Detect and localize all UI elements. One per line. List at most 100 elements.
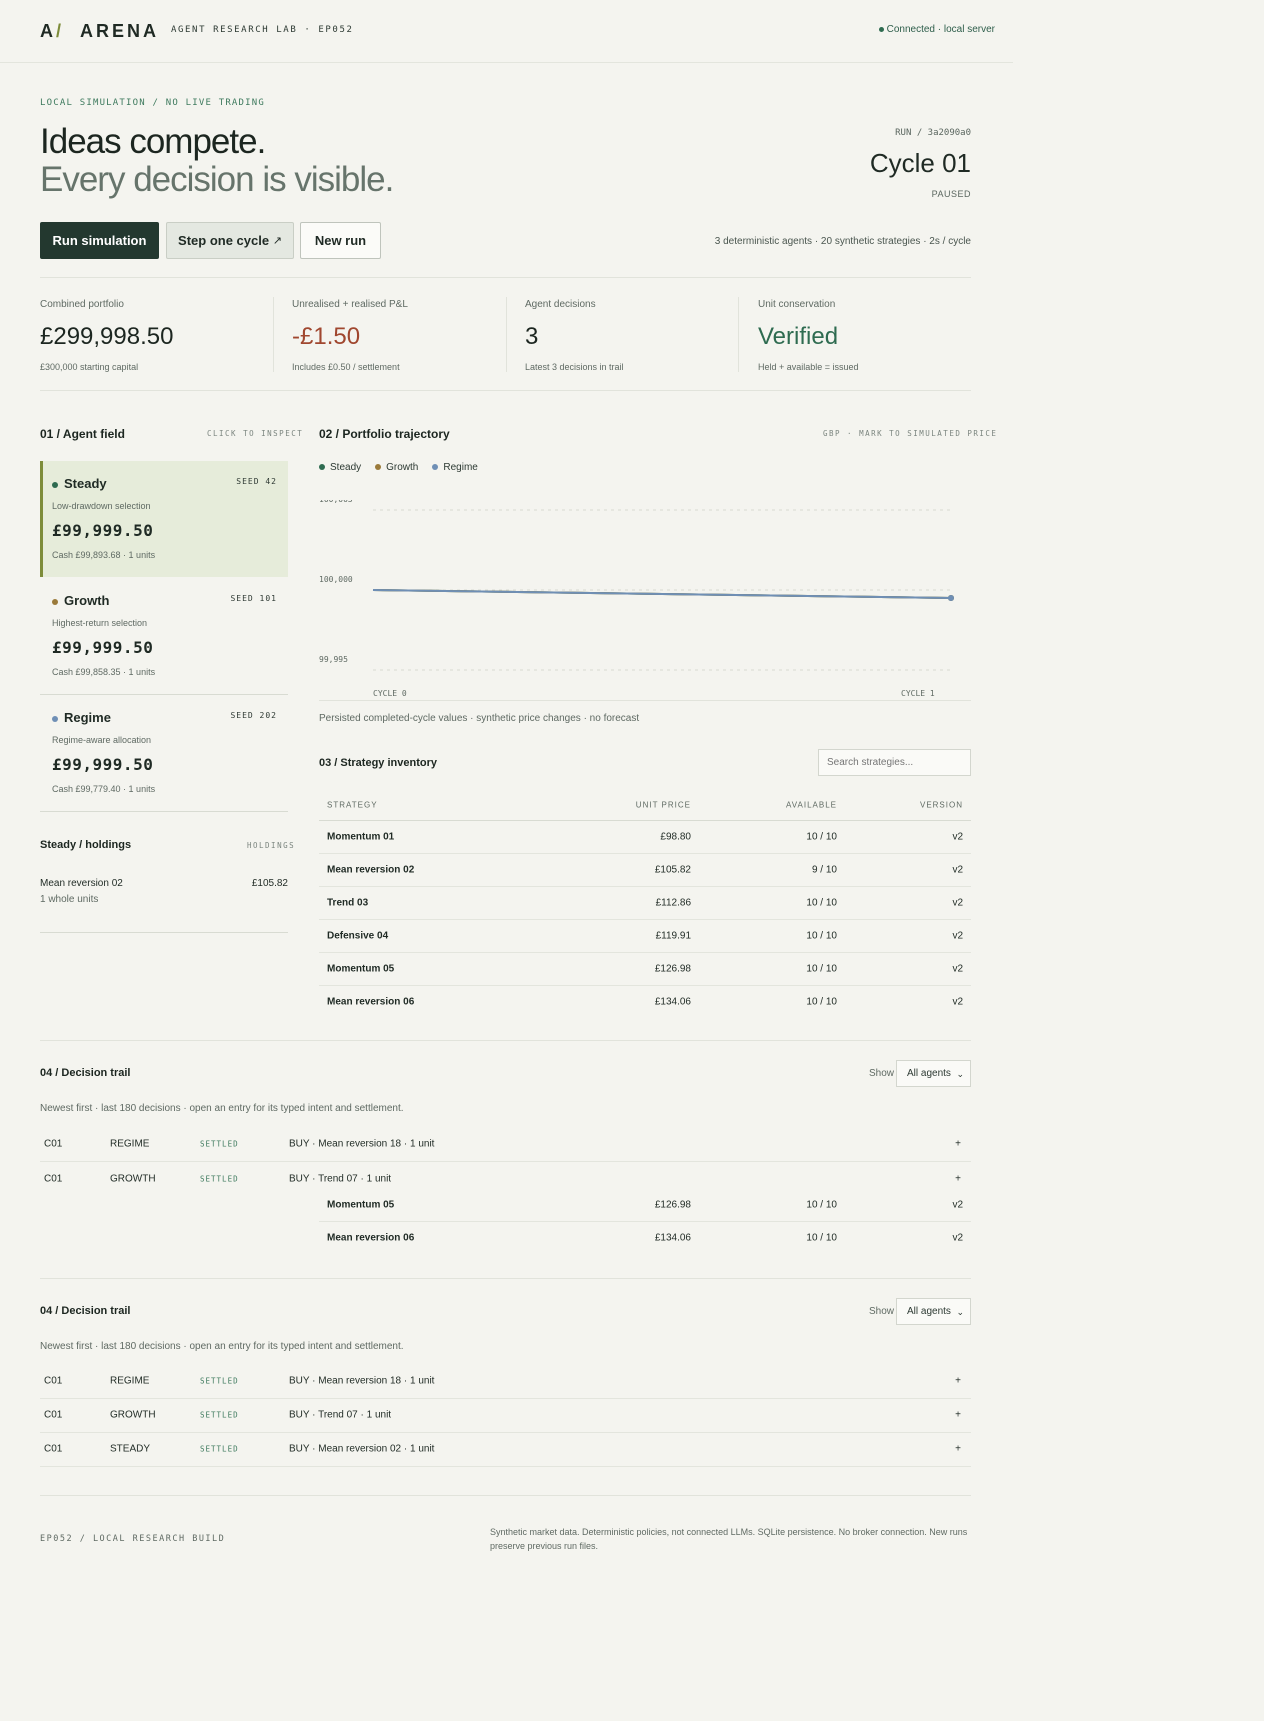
divider (40, 932, 288, 933)
expand-icon[interactable]: + (955, 1139, 961, 1150)
agent-seed: SEED 42 (236, 477, 277, 486)
chevron-down-icon: ⌄ (956, 1307, 964, 1317)
kpi-divider (738, 297, 739, 372)
table-row[interactable]: Mean reversion 02 £105.82 9 / 10 v2 (319, 854, 971, 887)
lab-label: AGENT RESEARCH LAB · EP052 (171, 25, 354, 35)
hero-kicker: LOCAL SIMULATION / NO LIVE TRADING (40, 98, 266, 108)
kpi-divider (506, 297, 507, 372)
strategy-table: STRATEGY UNIT PRICE AVAILABLE VERSION Mo… (319, 790, 971, 1018)
run-meta: 3 deterministic agents · 20 synthetic st… (714, 236, 971, 247)
table-row[interactable]: Defensive 04 £119.91 10 / 10 v2 (319, 920, 971, 953)
y-tick-label: 100,005 (319, 500, 353, 504)
decision-row[interactable]: C01 GROWTH SETTLED BUY · Trend 07 · 1 unit + (40, 1398, 971, 1433)
holding-units: 1 whole units (40, 894, 99, 905)
divider (40, 277, 971, 278)
table-row[interactable]: Momentum 01 £98.80 10 / 10 v2 (319, 821, 971, 854)
status-badge: SETTLED (200, 1139, 239, 1149)
agent-color-dot-icon (52, 481, 58, 488)
expand-icon[interactable]: + (955, 1410, 961, 1421)
chart-legend: Steady Growth Regime (319, 462, 478, 473)
decision-trail-note: Newest first · last 180 decisions · open… (40, 1103, 404, 1114)
footer-disclaimer: Synthetic market data. Deterministic pol… (490, 1527, 968, 1551)
run-state: PAUSED (931, 189, 971, 199)
table-header: STRATEGY UNIT PRICE AVAILABLE VERSION (319, 790, 971, 821)
kpi-agent-decisions: Agent decisions 3 Latest 3 decisions in … (525, 299, 624, 372)
expand-icon[interactable]: + (955, 1174, 961, 1185)
trajectory-tag: GBP · MARK TO SIMULATED PRICE (823, 429, 998, 438)
decision-row[interactable]: C01 REGIME SETTLED BUY · Mean reversion 18 … (40, 1127, 971, 1162)
agent-value: £99,999.50 (52, 521, 154, 540)
trajectory-note: Persisted completed-cycle values · synth… (319, 713, 640, 724)
agent-seed: SEED 202 (230, 711, 277, 720)
agent-value: £99,999.50 (52, 755, 154, 774)
show-label: Show (869, 1306, 895, 1317)
divider (40, 1040, 971, 1041)
run-simulation-button[interactable]: Run simulation (40, 222, 159, 259)
status-badge: SETTLED (200, 1174, 239, 1184)
table-row[interactable]: Momentum 05 £126.98 10 / 10 v2 (319, 953, 971, 986)
holdings-tag: HOLDINGS (247, 841, 296, 850)
series-point-regime (948, 595, 954, 601)
y-tick-label: 100,000 (319, 575, 353, 584)
decision-row[interactable]: C01 REGIME SETTLED BUY · Mean reversion 18 … (40, 1364, 971, 1399)
holding-value: £105.82 (251, 878, 288, 889)
agent-filter-select[interactable]: All agents ⌄ (896, 1060, 971, 1087)
status-badge: SETTLED (200, 1376, 239, 1386)
holdings-title: Steady / holdings (40, 839, 132, 851)
kpi-pnl: Unrealised + realised P&L -£1.50 Include… (292, 299, 408, 372)
agent-card-growth[interactable]: Growth SEED 101 Highest-return selection… (40, 578, 288, 694)
kpi-combined-portfolio: Combined portfolio £299,998.50 £300,000 … (40, 299, 174, 372)
decision-trail-title: 04 / Decision trail (40, 1067, 131, 1079)
chart-baseline (319, 700, 971, 701)
decision-trail-note: Newest first · last 180 decisions · open… (40, 1341, 404, 1352)
agent-filter-select[interactable]: All agents ⌄ (896, 1298, 971, 1325)
status-badge: SETTLED (200, 1410, 239, 1420)
step-cycle-button[interactable]: Step one cycle ↗ (166, 222, 294, 259)
hero-subtitle: Every decision is visible. (40, 160, 394, 199)
portfolio-chart: 99,995 100,000 100,005 CYCLE 0 CYCLE 1 (319, 500, 954, 698)
arrow-up-right-icon: ↗ (272, 235, 282, 247)
decision-row[interactable]: C01 STEADY SETTLED BUY · Mean reversion 02 … (40, 1432, 971, 1467)
series-line-regime (372, 589, 952, 599)
agent-value: £99,999.50 (52, 638, 154, 657)
table-row[interactable]: Momentum 05 £126.98 10 / 10 v2 (319, 1189, 971, 1222)
cycle-counter: Cycle 01 (869, 148, 971, 178)
holding-name: Mean reversion 02 (40, 878, 123, 889)
overflow-strategy-rows: Momentum 05 £126.98 10 / 10 v2 Mean reversi… (319, 1189, 971, 1254)
logo[interactable]: A/ ARENA (40, 21, 159, 42)
legend-item-steady: Steady (319, 462, 361, 473)
top-bar: A/ ARENA AGENT RESEARCH LAB · EP052 Conn… (0, 0, 1013, 63)
agent-color-dot-icon (52, 715, 58, 722)
expand-icon[interactable]: + (955, 1376, 961, 1387)
show-label: Show (869, 1068, 895, 1079)
divider (40, 390, 971, 391)
legend-dot-icon (432, 464, 439, 471)
hero-title: Ideas compete. (40, 122, 266, 161)
agent-seed: SEED 101 (230, 594, 277, 603)
table-row[interactable]: Mean reversion 06 £134.06 10 / 10 v2 (319, 986, 971, 1018)
new-run-button[interactable]: New run (300, 222, 381, 259)
legend-dot-icon (319, 464, 325, 471)
divider (40, 1495, 971, 1496)
kpi-divider (273, 297, 274, 372)
x-tick-label: CYCLE 1 (901, 689, 935, 698)
inventory-title: 03 / Strategy inventory (319, 757, 437, 769)
agent-field-title: 01 / Agent field (40, 427, 125, 441)
x-tick-label: CYCLE 0 (373, 689, 407, 698)
connection-status: Connected · local server (878, 24, 995, 35)
status-dot-icon (878, 26, 884, 32)
run-id: RUN / 3a2090a0 (895, 128, 971, 138)
table-row[interactable]: Mean reversion 06 £134.06 10 / 10 v2 (319, 1222, 971, 1254)
table-row[interactable]: Trend 03 £112.86 10 / 10 v2 (319, 887, 971, 920)
expand-icon[interactable]: + (955, 1444, 961, 1455)
legend-item-growth: Growth (375, 462, 418, 473)
agent-card-regime[interactable]: Regime SEED 202 Regime-aware allocation … (40, 695, 288, 811)
decision-trail-title: 04 / Decision trail (40, 1305, 131, 1317)
chevron-down-icon: ⌄ (956, 1069, 964, 1079)
divider (40, 1278, 971, 1279)
agent-color-dot-icon (52, 598, 58, 605)
agent-field-tag: CLICK TO INSPECT (207, 429, 304, 438)
agent-card-steady[interactable]: Steady SEED 42 Low-drawdown selection £9… (40, 461, 288, 577)
strategy-search-input[interactable] (818, 749, 971, 776)
trajectory-title: 02 / Portfolio trajectory (319, 427, 450, 441)
